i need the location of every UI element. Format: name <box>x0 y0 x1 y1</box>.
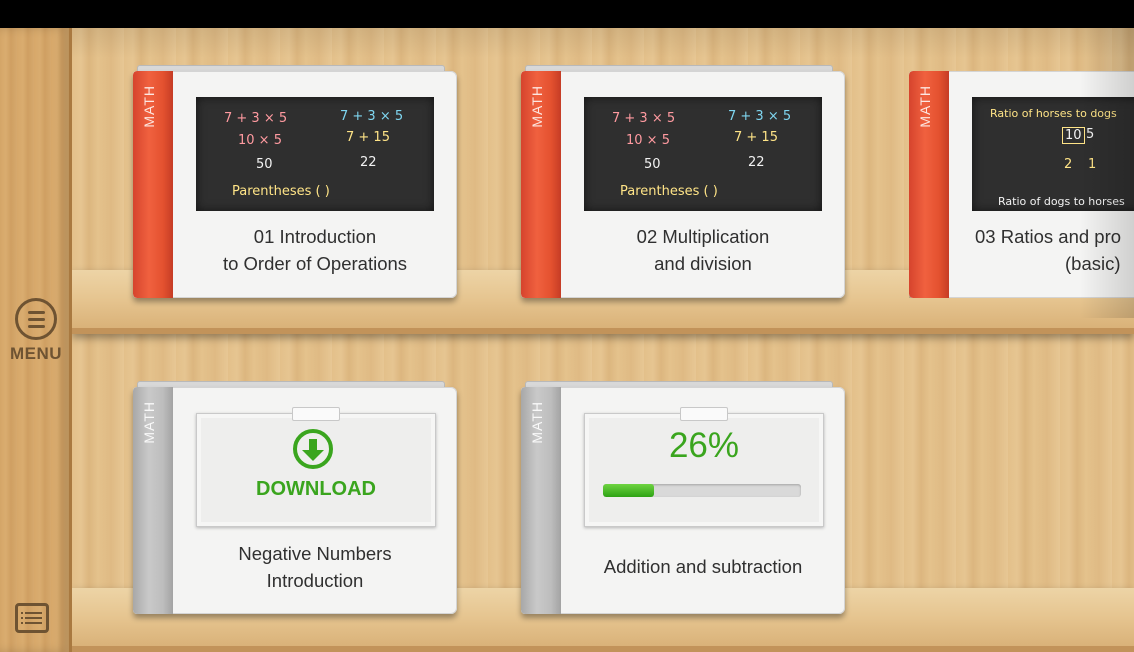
paper-clip <box>680 407 728 421</box>
book-title: 01 Introduction to Order of Operations <box>222 226 408 274</box>
board-text: 1 <box>1088 157 1097 172</box>
paper-clip <box>292 407 340 421</box>
chalkboard-thumbnail: 7 + 3 × 5 10 × 5 50 7 + 3 × 5 7 + 15 22 … <box>196 97 434 211</box>
progress-bar <box>603 484 801 497</box>
spine-label: MATH <box>917 85 933 128</box>
chalkboard-thumbnail: Ratio of horses to dogs 10 5 2 1 Ratio o… <box>972 97 1134 211</box>
board-text: 7 + 15 <box>734 130 778 145</box>
chalkboard-thumbnail: 7 + 3 × 5 10 × 5 50 7 + 3 × 5 7 + 15 22 … <box>584 97 822 211</box>
board-text: 10 × 5 <box>238 133 282 148</box>
book-title: 02 Multiplication and division <box>636 226 770 274</box>
board-text: 10 <box>1062 127 1085 144</box>
book-spine: MATH <box>133 387 173 614</box>
board-text: 10 × 5 <box>626 133 670 148</box>
book-spine: MATH <box>909 71 949 298</box>
board-text: 22 <box>748 155 765 170</box>
book-card[interactable]: MATH Ratio of horses to dogs 10 5 2 1 Ra… <box>909 71 1134 298</box>
board-text: 2 <box>1064 157 1073 172</box>
download-plate[interactable]: DOWNLOAD <box>196 407 436 527</box>
book-card[interactable]: MATH DOWNLOAD Negative Numbers Introduct… <box>133 381 457 614</box>
download-button-label[interactable]: DOWNLOAD <box>197 478 435 501</box>
status-bar <box>0 0 1134 28</box>
board-text: 22 <box>360 155 377 170</box>
spine-label: MATH <box>141 85 157 128</box>
spine-label: MATH <box>529 85 545 128</box>
spine-label: MATH <box>529 401 545 444</box>
list-view-button[interactable] <box>15 603 49 633</box>
book-spine: MATH <box>133 71 173 298</box>
board-text: 7 + 3 × 5 <box>224 111 288 126</box>
board-text: 5 <box>1086 127 1095 142</box>
download-arrow-icon <box>293 429 333 469</box>
board-text: 7 + 3 × 5 <box>340 109 404 124</box>
progress-percent: 26% <box>668 426 740 465</box>
board-text: 7 + 15 <box>346 130 390 145</box>
board-text: Parentheses ( ) <box>232 184 330 199</box>
board-text: 50 <box>256 157 273 172</box>
menu-label: MENU <box>9 344 63 363</box>
book-title: 03 Ratios and pro (basic) <box>975 226 1122 274</box>
book-spine: MATH <box>521 71 561 298</box>
book-title: Addition and subtraction <box>603 556 803 577</box>
board-text: Ratio of dogs to horses <box>998 195 1125 208</box>
progress-plate: 26% <box>584 407 824 527</box>
board-text: 7 + 3 × 5 <box>728 109 792 124</box>
spine-label: MATH <box>141 401 157 444</box>
board-text: 50 <box>644 157 661 172</box>
book-title: Negative Numbers Introduction <box>238 543 392 591</box>
board-text: Parentheses ( ) <box>620 184 718 199</box>
book-card[interactable]: MATH 7 + 3 × 5 10 × 5 50 7 + 3 × 5 7 + 1… <box>521 65 845 298</box>
menu-button[interactable]: MENU <box>8 298 64 364</box>
board-text: 7 + 3 × 5 <box>612 111 676 126</box>
book-card[interactable]: MATH 26% Addition and subtraction <box>521 381 845 614</box>
progress-bar-fill <box>603 484 655 497</box>
book-spine: MATH <box>521 387 561 614</box>
book-card[interactable]: MATH 7 + 3 × 5 10 × 5 50 7 + 3 × 5 7 + 1… <box>133 65 457 298</box>
board-text: Ratio of horses to dogs <box>990 107 1117 120</box>
hamburger-circle-icon <box>15 298 57 340</box>
